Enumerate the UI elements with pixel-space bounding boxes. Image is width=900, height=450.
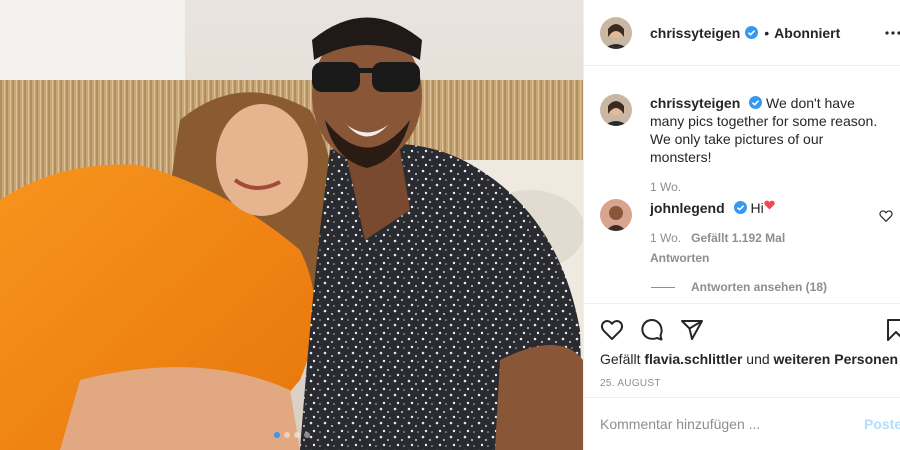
- comments-section: chrissyteigen We don't have many pics to…: [584, 67, 900, 303]
- save-bookmark-icon[interactable]: [884, 318, 900, 342]
- comment-age[interactable]: 1 Wo.: [650, 231, 681, 245]
- view-replies-button[interactable]: Antworten ansehen (18): [651, 280, 827, 294]
- comment-bubble-icon[interactable]: [640, 318, 664, 342]
- carousel-indicator: [0, 432, 583, 438]
- comment-like-heart-icon[interactable]: [879, 209, 893, 223]
- replies-divider: [651, 286, 675, 288]
- verified-badge-icon: [745, 26, 759, 39]
- add-comment-bar: Posten: [584, 397, 900, 450]
- post-side-panel: chrissyteigen • Abonniert chrissyteigen: [583, 0, 900, 450]
- more-horizontal-icon[interactable]: [885, 22, 900, 40]
- share-send-icon[interactable]: [680, 318, 704, 342]
- post-header: chrissyteigen • Abonniert: [584, 0, 900, 66]
- carousel-dot[interactable]: [273, 432, 280, 438]
- caption: chrissyteigen We don't have many pics to…: [600, 94, 885, 196]
- photo-illustration: [0, 0, 583, 450]
- caption-body: chrissyteigen We don't have many pics to…: [650, 94, 885, 196]
- commenter-avatar[interactable]: [600, 199, 632, 231]
- likes-others-link[interactable]: weiteren Personen: [774, 351, 899, 367]
- post-actions-area: Gefällt flavia.schlittler und weiteren P…: [584, 303, 900, 395]
- comment-meta: 1 Wo. Gefällt 1.192 Mal: [650, 229, 880, 247]
- comment-item: johnlegend Hi 1 Wo. Gefällt 1.192 Mal Ant…: [600, 199, 880, 267]
- likes-username[interactable]: flavia.schlittler: [644, 351, 742, 367]
- comment-body: johnlegend Hi 1 Wo. Gefällt 1.192 Mal Ant…: [650, 199, 880, 267]
- caption-age[interactable]: 1 Wo.: [650, 178, 885, 196]
- view-replies-label: Antworten ansehen (18): [691, 280, 828, 294]
- follow-status-button[interactable]: Abonniert: [774, 25, 840, 41]
- caption-avatar[interactable]: [600, 94, 632, 126]
- post-photo[interactable]: [0, 0, 583, 450]
- likes-summary: Gefällt flavia.schlittler und weiteren P…: [600, 351, 898, 367]
- likes-prefix: Gefällt: [600, 351, 641, 367]
- verified-badge-icon: [733, 201, 747, 214]
- post-date[interactable]: 25. AUGUST: [600, 378, 661, 389]
- comment-username[interactable]: johnlegend: [650, 200, 725, 216]
- comment-input[interactable]: [600, 416, 840, 432]
- comment-likes[interactable]: Gefällt 1.192 Mal: [691, 231, 785, 245]
- like-heart-icon[interactable]: [600, 318, 624, 342]
- comment-text: Hi: [750, 200, 764, 216]
- action-bar: [600, 318, 704, 342]
- heart-emoji-icon: [763, 200, 775, 210]
- reply-button[interactable]: Antworten: [650, 249, 880, 267]
- likes-middle: und: [746, 351, 770, 367]
- author-username[interactable]: chrissyteigen: [650, 25, 740, 41]
- carousel-dot[interactable]: [303, 432, 310, 438]
- header-separator: •: [764, 24, 770, 41]
- carousel-dot[interactable]: [283, 432, 290, 438]
- carousel-dot[interactable]: [293, 432, 300, 438]
- caption-username[interactable]: chrissyteigen: [650, 95, 740, 111]
- post-comment-button[interactable]: Posten: [864, 416, 900, 432]
- verified-badge-icon: [749, 96, 763, 109]
- author-avatar[interactable]: [600, 16, 632, 49]
